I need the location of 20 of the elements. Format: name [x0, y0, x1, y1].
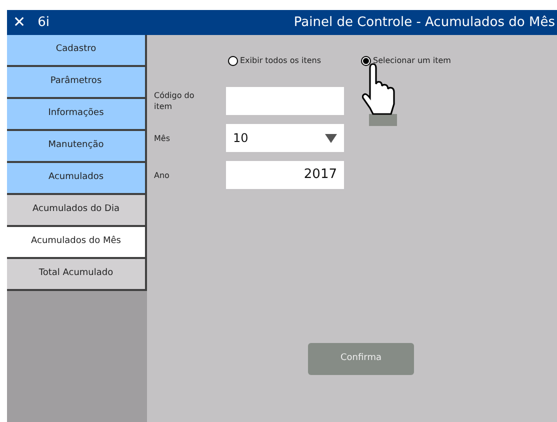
input-field[interactable] [226, 87, 344, 115]
radio-option[interactable]: Exibir todos os itens [228, 55, 321, 67]
sidebar-item[interactable]: Manutenção [7, 131, 147, 163]
sidebar-item[interactable]: Parâmetros [7, 67, 147, 99]
input-field[interactable]: 2017 [226, 161, 344, 189]
hand-cursor-icon [361, 62, 397, 128]
sidebar-item[interactable]: Acumulados do Mês [7, 227, 147, 259]
field-label: Código do item [154, 90, 196, 112]
dropdown-arrow-icon [325, 134, 337, 142]
window-title: Painel de Controle - Acumulados do Mês [294, 14, 555, 32]
app-name: 6i [38, 14, 50, 32]
sidebar-item[interactable]: Total Acumulado [7, 259, 147, 291]
sidebar-item[interactable]: Acumulados [7, 163, 147, 195]
close-button[interactable]: ✕ [13, 15, 26, 30]
sidebar-item[interactable]: Cadastro [7, 35, 147, 67]
field-label: Ano [154, 170, 170, 180]
month-select[interactable]: 10 [226, 124, 344, 152]
field-label: Mês [154, 132, 171, 144]
sidebar-item[interactable]: Acumulados do Dia [7, 195, 147, 227]
sidebar-item[interactable]: Informações [7, 99, 147, 131]
